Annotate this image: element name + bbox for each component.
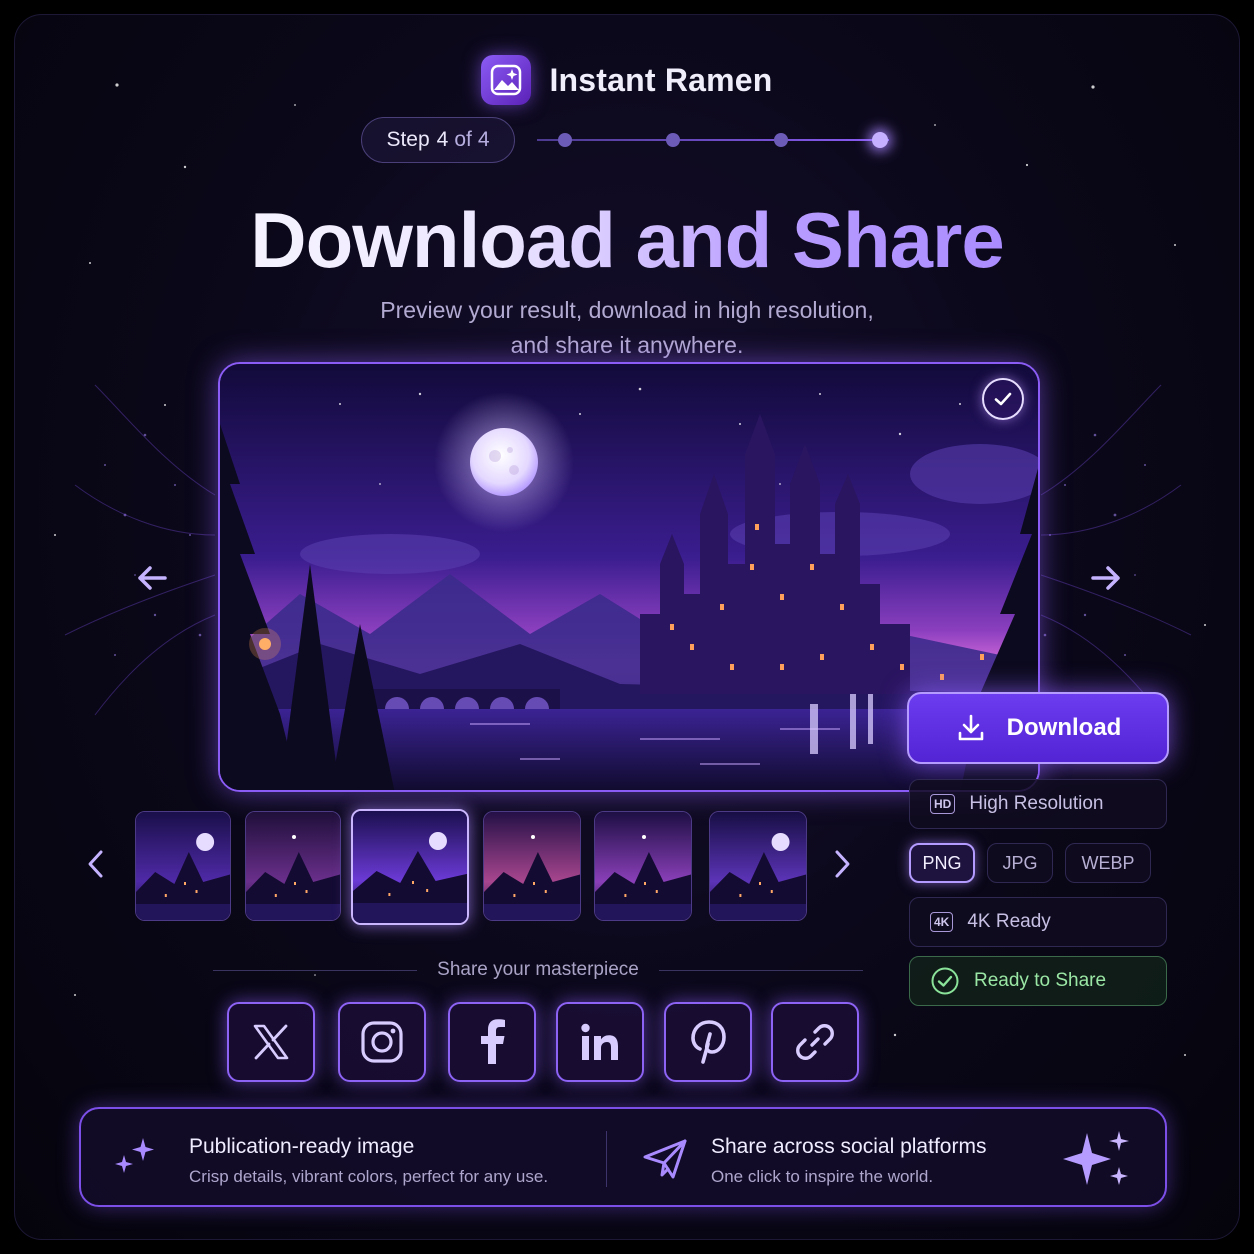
step-label: Step (386, 128, 430, 151)
paper-plane-icon (643, 1139, 687, 1179)
feature-2-title: Share across social platforms (711, 1135, 987, 1158)
features-banner: Publication-ready image Crisp details, v… (79, 1107, 1167, 1207)
step-current: 4 (436, 128, 449, 151)
page-subtitle: Preview your result, download in high re… (15, 293, 1239, 363)
4k-icon: 4K (930, 912, 954, 932)
linkedin-icon (581, 1023, 618, 1060)
copy-link-button[interactable] (771, 1002, 859, 1082)
chevron-right-icon (835, 850, 850, 878)
high-resolution-label: High Resolution (969, 793, 1104, 814)
step-pill: Step 4 of 4 (361, 117, 515, 163)
x-icon (253, 1024, 289, 1060)
image-sparkle-logo-icon (481, 55, 532, 105)
share-facebook-button[interactable] (448, 1002, 536, 1082)
step-dot-1 (558, 133, 572, 147)
sparkles-icon (115, 1138, 154, 1173)
facebook-icon (481, 1019, 505, 1064)
4k-ready-label: 4K Ready (967, 911, 1051, 932)
thumbnail-item[interactable] (351, 809, 469, 925)
chevron-left-icon (88, 850, 103, 878)
step-dot-4 (872, 132, 888, 148)
thumbnails-next-arrow[interactable] (817, 839, 867, 889)
thumbnail-item[interactable] (245, 811, 341, 921)
format-selector: PNG JPG WEBP (909, 843, 1167, 885)
step-indicator: Step 4 of 4 (361, 117, 897, 163)
preview-next-arrow[interactable] (1081, 553, 1131, 603)
step-progress-track (537, 130, 897, 150)
thumbnails-prev-arrow[interactable] (71, 839, 121, 889)
instagram-icon (361, 1021, 403, 1063)
thumbnail-item[interactable] (594, 811, 692, 921)
share-pinterest-button[interactable] (664, 1002, 752, 1082)
preview-prev-arrow[interactable] (127, 553, 177, 603)
format-jpg-option[interactable]: JPG (987, 843, 1053, 883)
brand-header: Instant Ramen (15, 55, 1239, 105)
step-of: of (454, 128, 472, 151)
page-subtitle-line-2: and share it anywhere. (510, 332, 744, 358)
brand-name: Instant Ramen (549, 61, 773, 98)
share-label: Share your masterpiece (437, 959, 639, 980)
share-instagram-button[interactable] (338, 1002, 426, 1082)
arrow-right-icon (1091, 566, 1120, 590)
pinterest-icon (691, 1020, 726, 1064)
share-linkedin-button[interactable] (556, 1002, 644, 1082)
ready-to-share-label: Ready to Share (974, 970, 1107, 991)
format-webp-option[interactable]: WEBP (1065, 843, 1151, 883)
page-subtitle-line-1: Preview your result, download in high re… (380, 297, 874, 323)
step-dot-2 (666, 133, 680, 147)
step-dot-3 (774, 133, 788, 147)
download-icon (958, 714, 983, 741)
thumbnail-item[interactable] (483, 811, 581, 921)
thumbnail-item[interactable] (135, 811, 231, 921)
share-section-header: Share your masterpiece (213, 959, 863, 981)
feature-1-subtitle: Crisp details, vibrant colors, perfect f… (189, 1167, 549, 1186)
share-divider-right (658, 969, 863, 971)
share-x-button[interactable] (227, 1002, 315, 1082)
page-title: Download and Share (15, 195, 1239, 286)
hd-icon: HD (930, 794, 956, 814)
download-button-label: Download (1006, 714, 1122, 741)
arrow-left-icon (138, 566, 167, 590)
sparkle-decoration-icon (1063, 1131, 1129, 1185)
4k-ready-option[interactable]: 4K 4K Ready (909, 897, 1167, 947)
step-progress-line (537, 139, 889, 141)
app-frame: Instant Ramen Step 4 of 4 Download and S… (14, 14, 1240, 1240)
feature-1-title: Publication-ready image (189, 1135, 415, 1158)
format-png-option[interactable]: PNG (909, 843, 975, 883)
share-divider-left (213, 969, 418, 971)
thumbnail-item[interactable] (709, 811, 807, 921)
step-total: 4 (477, 128, 490, 151)
features-divider (606, 1131, 607, 1187)
ready-to-share-status: Ready to Share (909, 956, 1167, 1006)
high-resolution-option[interactable]: HD High Resolution (909, 779, 1167, 829)
download-button[interactable]: Download (907, 692, 1169, 764)
feature-2-subtitle: One click to inspire the world. (711, 1167, 934, 1186)
check-circle-icon (931, 967, 959, 995)
link-icon (796, 1024, 834, 1060)
preview-selected-check-icon (982, 378, 1024, 420)
